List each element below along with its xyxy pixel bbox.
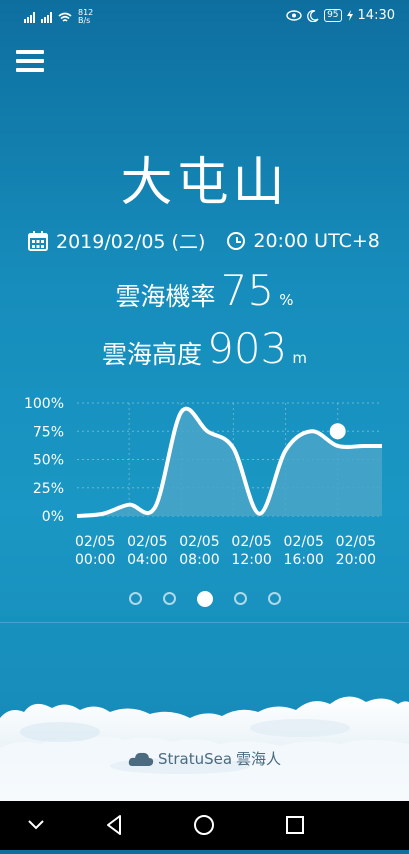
x-tick-label: 02/05 16:00: [284, 534, 324, 568]
page-dot[interactable]: [196, 591, 213, 607]
page-indicator: [0, 591, 409, 607]
divider: [0, 622, 409, 623]
menu-icon[interactable]: [16, 50, 44, 72]
height-unit: m: [292, 349, 307, 367]
cloud-sea-chart: 100% 75% 50% 25% 0% 02/05 00:00 02/05 04:00 02/05…: [24, 396, 382, 568]
moon-icon: [307, 9, 319, 22]
page-dot[interactable]: [162, 592, 176, 605]
signal-icon-2: [41, 11, 52, 23]
system-navigation-bar: [0, 801, 409, 850]
page-dot[interactable]: [128, 592, 142, 605]
status-bar: 812 B/s 95 14:30: [0, 0, 409, 34]
brand-logo: StratuSea 雲海人: [0, 748, 409, 769]
x-tick-label: 02/05 04:00: [127, 534, 167, 568]
wifi-icon: [58, 12, 72, 22]
x-tick-label: 02/05 00:00: [75, 534, 115, 568]
network-speed-unit: B/s: [78, 16, 91, 25]
page-dot[interactable]: [267, 592, 281, 605]
network-speed: 812 B/s: [78, 9, 93, 25]
back-icon[interactable]: [107, 815, 121, 835]
height-stat: 雲海高度 903 m: [0, 324, 409, 373]
brand-cjk: 雲海人: [236, 750, 282, 768]
y-tick-label: 0%: [42, 509, 64, 525]
calendar-icon: [28, 230, 48, 251]
home-icon[interactable]: [194, 815, 214, 835]
x-tick-label: 02/05 20:00: [336, 534, 376, 568]
probability-value: 75: [220, 266, 275, 315]
probability-unit: %: [279, 291, 294, 309]
eye-icon: [286, 10, 302, 21]
probability-label: 雲海機率: [115, 282, 216, 311]
y-tick-label: 50%: [33, 453, 64, 469]
cloud-logo-icon: [128, 752, 154, 766]
clock-time: 14:30: [357, 8, 395, 23]
battery-icon: 95: [324, 9, 342, 22]
status-left: 812 B/s: [24, 9, 93, 25]
page-dot[interactable]: [233, 592, 247, 605]
x-tick-label: 02/05 08:00: [179, 534, 219, 568]
charging-icon: [346, 10, 353, 21]
probability-stat: 雲海機率 75 %: [0, 266, 409, 315]
cloud-illustration: [0, 696, 409, 801]
y-tick-label: 100%: [24, 396, 64, 412]
y-tick-label: 25%: [33, 481, 64, 497]
x-tick-label: 02/05 12:00: [231, 534, 271, 568]
location-title: 大屯山: [120, 153, 289, 213]
collapse-chevron-icon[interactable]: [28, 820, 44, 830]
status-right: 95 14:30: [286, 8, 395, 23]
forecast-datetime: 2019/02/05 (二) 20:00 UTC+8: [28, 227, 380, 254]
clock-icon: [227, 231, 246, 250]
highlight-point: [329, 423, 346, 440]
forecast-time: 20:00 UTC+8: [253, 229, 380, 252]
height-label: 雲海高度: [102, 340, 203, 369]
signal-icon: [24, 11, 35, 23]
recent-apps-icon[interactable]: [286, 816, 304, 834]
brand-name: StratuSea: [157, 749, 233, 768]
height-value: 903: [207, 324, 288, 373]
forecast-date: 2019/02/05 (二): [56, 231, 206, 253]
y-tick-label: 75%: [33, 424, 64, 440]
